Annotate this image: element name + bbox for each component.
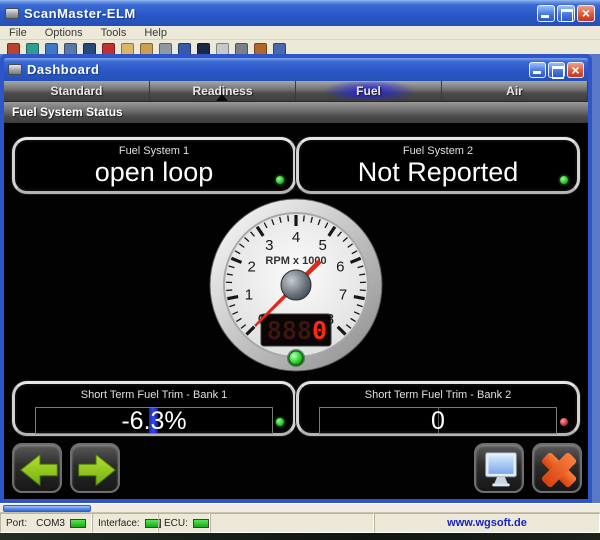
- toolbar: [0, 40, 600, 54]
- cursor-pointer-marker: [216, 94, 228, 101]
- toolbar-icon-2[interactable]: [26, 43, 39, 54]
- fuel-system-2-panel: Fuel System 2 Not Reported: [296, 137, 580, 194]
- fuel-system-1-status-led: [276, 176, 284, 184]
- tab-standard[interactable]: Standard: [4, 81, 150, 101]
- dashboard-content: Fuel System 1 open loop Fuel System 2 No…: [4, 123, 588, 499]
- menu-options[interactable]: Options: [36, 27, 92, 39]
- stft-bank2-meter: 0: [319, 407, 557, 434]
- section-header: Fuel System Status: [4, 101, 588, 123]
- toolbar-icon-9[interactable]: [159, 43, 172, 54]
- stft-bank1-panel: Short Term Fuel Trim - Bank 1 -6.3%: [12, 381, 296, 436]
- next-page-button[interactable]: [70, 443, 120, 493]
- svg-text:5: 5: [318, 237, 326, 254]
- stft-bank2-panel: Short Term Fuel Trim - Bank 2 0: [296, 381, 580, 436]
- main-window-title: ScanMaster-ELM: [24, 6, 136, 21]
- dashboard-titlebar[interactable]: Dashboard: [4, 58, 588, 81]
- main-minimize-button[interactable]: [537, 5, 555, 22]
- close-x-icon: [534, 445, 584, 495]
- main-close-button[interactable]: [577, 5, 595, 22]
- tab-fuel[interactable]: Fuel: [296, 81, 442, 101]
- toolbar-icon-12[interactable]: [216, 43, 229, 54]
- fuel-system-2-title: Fuel System 2: [299, 145, 577, 157]
- gauge-hub: [281, 270, 311, 300]
- dashboard-close-button[interactable]: [567, 62, 584, 78]
- statusbar-empty-section: [210, 513, 374, 533]
- dashboard-minimize-button[interactable]: [529, 62, 546, 78]
- dashboard-maximize-button[interactable]: [548, 62, 565, 78]
- stft-bank1-status-led: [276, 418, 284, 426]
- fuel-system-1-title: Fuel System 1: [15, 145, 293, 157]
- port-label: Port:: [6, 518, 27, 529]
- app-icon: [5, 8, 19, 19]
- monitor-icon: [476, 445, 526, 495]
- dashboard-icon: [8, 64, 22, 75]
- svg-text:1: 1: [245, 286, 253, 303]
- arrow-right-icon: [72, 445, 122, 495]
- svg-text:7: 7: [339, 286, 347, 303]
- svg-text:3: 3: [265, 237, 273, 254]
- toolbar-icon-13[interactable]: [235, 43, 248, 54]
- toolbar-icon-14[interactable]: [254, 43, 267, 54]
- tab-air[interactable]: Air: [442, 81, 588, 101]
- tabbar: Standard Readiness Fuel Air: [4, 81, 588, 101]
- stft-bank2-status-led: [560, 418, 568, 426]
- fuel-system-2-value: Not Reported: [299, 157, 577, 187]
- toolbar-icon-3[interactable]: [45, 43, 58, 54]
- scrollbar-thumb[interactable]: [3, 505, 91, 512]
- stft-bank1-title: Short Term Fuel Trim - Bank 1: [15, 389, 293, 401]
- fuel-system-1-panel: Fuel System 1 open loop: [12, 137, 296, 194]
- fuel-system-1-value: open loop: [15, 157, 293, 187]
- statusbar-port-section: Port: COM3: [0, 513, 92, 533]
- menubar: File Options Tools Help: [0, 26, 600, 40]
- svg-text:2: 2: [247, 259, 255, 276]
- svg-text:4: 4: [292, 229, 300, 246]
- fuel-system-2-status-led: [560, 176, 568, 184]
- toolbar-icon-15[interactable]: [273, 43, 286, 54]
- website-link[interactable]: www.wgsoft.de: [447, 517, 527, 529]
- desktop-strip: [0, 533, 600, 540]
- toolbar-icon-10[interactable]: [178, 43, 191, 54]
- stft-bank2-title: Short Term Fuel Trim - Bank 2: [299, 389, 577, 401]
- dashboard-window: Dashboard Standard Readiness Fuel Air Fu…: [0, 54, 592, 503]
- ecu-led: [193, 519, 209, 528]
- interface-label: Interface:: [98, 518, 140, 529]
- toolbar-icon-5[interactable]: [83, 43, 96, 54]
- digital-rpm-value: 0: [312, 316, 327, 345]
- toolbar-icon-6[interactable]: [102, 43, 115, 54]
- stft-bank2-value: 0: [320, 408, 556, 434]
- horizontal-scrollbar[interactable]: [0, 503, 600, 513]
- toolbar-icon-4[interactable]: [64, 43, 77, 54]
- menu-help[interactable]: Help: [135, 27, 176, 39]
- digital-ghost-digits: 888: [267, 316, 312, 345]
- ecu-label: ECU:: [164, 518, 188, 529]
- dashboard-title: Dashboard: [27, 62, 99, 77]
- arrow-left-icon: [14, 445, 64, 495]
- stft-bank1-meter: -6.3%: [35, 407, 273, 434]
- statusbar: Port: COM3 Interface: ECU: www.wgsoft.de: [0, 513, 600, 533]
- monitor-view-button[interactable]: [474, 443, 524, 493]
- menu-file[interactable]: File: [0, 27, 36, 39]
- toolbar-icon-7[interactable]: [121, 43, 134, 54]
- mdi-area: Dashboard Standard Readiness Fuel Air Fu…: [0, 54, 600, 513]
- main-titlebar[interactable]: ScanMaster-ELM: [0, 0, 600, 26]
- port-led: [70, 519, 86, 528]
- svg-text:6: 6: [336, 259, 344, 276]
- toolbar-icon-8[interactable]: [140, 43, 153, 54]
- toolbar-icon-1[interactable]: [7, 43, 20, 54]
- main-maximize-button[interactable]: [557, 5, 575, 22]
- previous-page-button[interactable]: [12, 443, 62, 493]
- exit-button[interactable]: [532, 443, 582, 493]
- toolbar-icon-11[interactable]: [197, 43, 210, 54]
- statusbar-website-section: www.wgsoft.de: [374, 513, 600, 533]
- stft-bank1-value: -6.3%: [36, 408, 272, 434]
- menu-tools[interactable]: Tools: [92, 27, 136, 39]
- rpm-gauge: 012345678 RPM x 1000 8880: [209, 198, 383, 372]
- svg-text:8880: 8880: [267, 316, 327, 345]
- statusbar-interface-section: Interface:: [92, 513, 158, 533]
- statusbar-ecu-section: ECU:: [158, 513, 210, 533]
- screen: ScanMaster-ELM File Options Tools Help D…: [0, 0, 600, 540]
- port-value: COM3: [36, 518, 65, 529]
- gauge-status-led: [289, 351, 303, 365]
